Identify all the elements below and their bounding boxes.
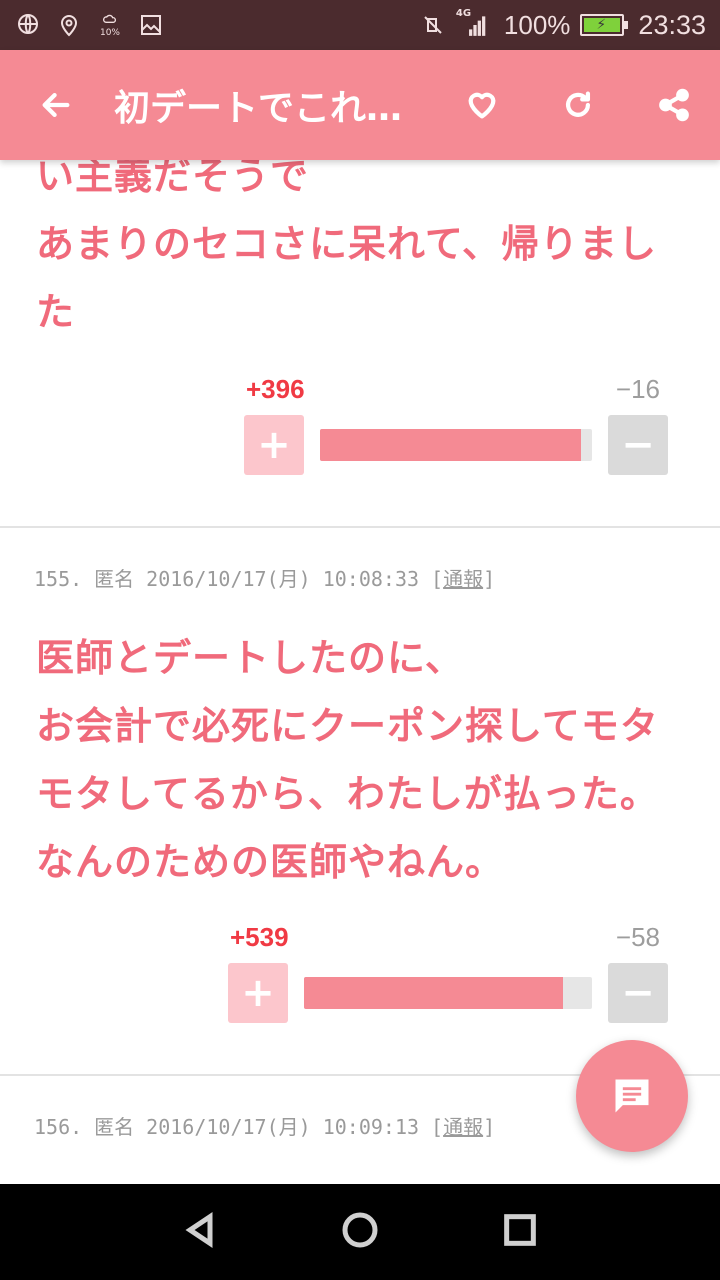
app-bar-actions [452,75,704,135]
network-type: 4G [455,8,472,19]
square-recents-icon [504,1214,536,1246]
status-left: 10% [16,12,164,38]
comment-line: モタしてるから、わたしが払った。 [36,772,659,816]
comment-fab-button[interactable] [576,1040,688,1152]
back-button[interactable] [26,75,86,135]
comment-item: い主義だそうで あまりのセコさに呆れて、帰りまし た [0,160,720,346]
app-bar: 初デートでこれ… [0,50,720,160]
comment-list[interactable]: い主義だそうで あまりのセコさに呆れて、帰りまし た +396 −16 + − … [0,160,720,1184]
comment-line: なんのための医師やねん。 [36,840,505,884]
chat-icon [615,1079,649,1113]
plus-count: +539 [230,922,289,952]
nav-back-button[interactable] [180,1210,220,1254]
battery-percent: 100% [503,9,571,40]
vpn-globe-icon [16,12,42,38]
triangle-back-icon [185,1211,213,1249]
comment-author: 匿名 [94,567,135,591]
comment-body: い主義だそうで あまりのセコさに呆れて、帰りまし た [0,160,720,346]
vote-ratio-fill [304,977,564,1009]
vote-area: +539 −58 + − [0,922,720,1062]
clock: 23:33 [638,9,706,40]
status-bar: 10% 4G 100% ⚡ 23:33 [0,0,720,50]
vote-ratio-bar [304,977,592,1009]
plus-vote-button[interactable]: + [228,963,288,1023]
comment-number: 155. [34,567,83,591]
comment-datetime: 2016/10/17(月) 10:09:13 [146,1115,420,1139]
minus-vote-button[interactable]: − [608,963,668,1023]
refresh-button[interactable] [548,75,608,135]
location-icon [56,12,82,38]
vote-area: +396 −16 + − [0,374,720,514]
share-icon [659,88,689,122]
page-title: 初デートでこれ… [114,88,403,129]
comment-meta: 155. 匿名 2016/10/17(月) 10:08:33 [通報] [0,564,720,594]
comment-datetime: 2016/10/17(月) 10:08:33 [146,567,420,591]
vibrate-off-icon [420,12,446,38]
vote-ratio-fill [320,429,582,461]
weather-icon: 10% [96,12,124,38]
comment-body: 医師とデートしたのに、 お会計で必死にクーポン探してモタ モタしてるから、わたし… [0,624,720,896]
weather-temp: 10% [99,27,120,38]
minus-count: −58 [615,922,660,952]
refresh-icon [565,91,591,117]
minus-vote-button[interactable]: − [608,415,668,475]
arrow-left-icon [42,92,70,118]
comment-line: い主義だそうで [36,160,310,198]
minus-count: −16 [615,374,660,404]
heart-icon [468,92,496,119]
report-wrap: [通報] [431,567,496,591]
nav-recents-button[interactable] [500,1210,540,1254]
plus-count: +396 [246,374,305,404]
share-button[interactable] [644,75,704,135]
comment-author: 匿名 [94,1115,135,1139]
comment-line: お会計で必死にクーポン探してモタ [36,704,659,748]
comment-line: 医師とデートしたのに、 [36,636,464,680]
image-icon [138,12,164,38]
report-link[interactable]: 通報 [443,1115,483,1139]
comment-line: あまりのセコさに呆れて、帰りまし [36,222,657,266]
nav-home-button[interactable] [340,1210,380,1254]
comment-line: た [36,290,76,334]
battery-icon: ⚡ [580,14,629,36]
circle-home-icon [342,1212,378,1248]
comment-number: 156. [34,1115,83,1139]
system-nav-bar [0,1184,720,1280]
plus-vote-button[interactable]: + [244,415,304,475]
favorite-button[interactable] [452,75,512,135]
signal-icon: 4G [456,8,494,38]
report-link[interactable]: 通報 [443,567,483,591]
divider [0,526,720,528]
vote-ratio-bar [320,429,592,461]
status-right: 4G 100% ⚡ 23:33 [420,8,706,41]
report-wrap: [通報] [431,1115,496,1139]
